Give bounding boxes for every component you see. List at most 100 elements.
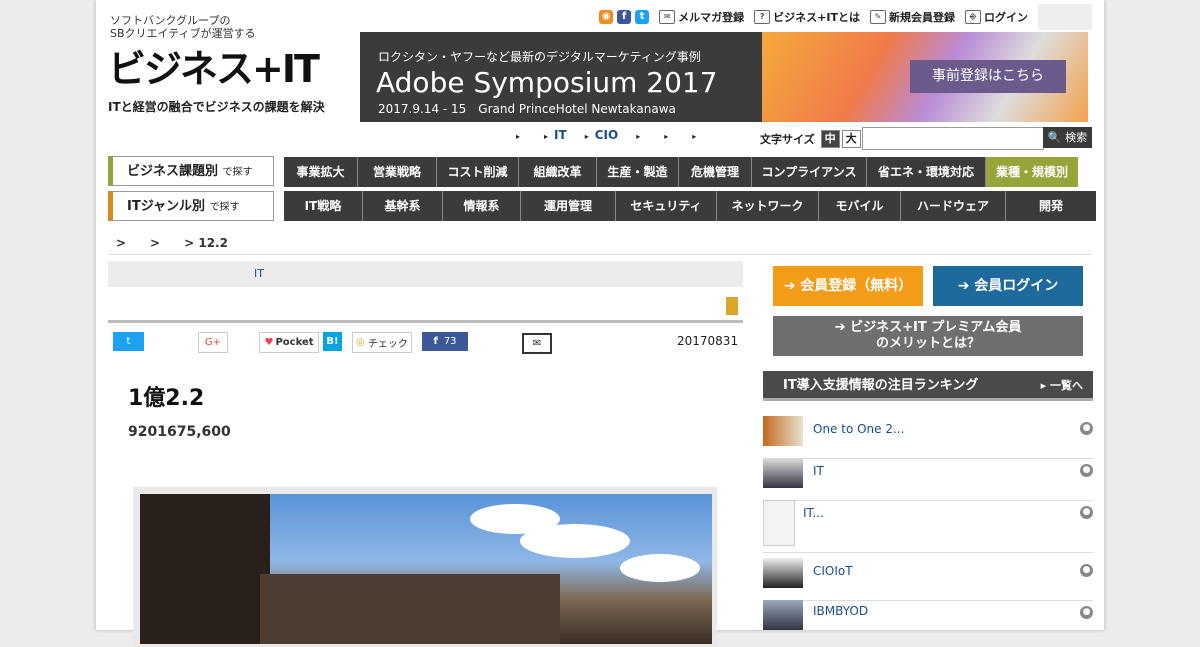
twitter-share-button[interactable]: t xyxy=(113,332,144,351)
nav-itgenre-item[interactable]: ネットワーク xyxy=(717,191,819,221)
nav-itgenre-item[interactable]: モバイル xyxy=(819,191,901,221)
nav-business-label: ビジネス課題別 で探す xyxy=(108,156,274,186)
user-icon: ● xyxy=(1080,564,1093,577)
nav-business-item[interactable]: 省エネ・環境対応 xyxy=(867,157,986,187)
sidebar-login-button[interactable]: ➔ 会員ログイン xyxy=(933,266,1083,306)
subnav-arrow-5[interactable]: ▸ xyxy=(664,128,674,142)
check-icon: ◎ xyxy=(356,337,365,348)
ranking-item[interactable]: IT... ● xyxy=(763,500,1093,553)
arrow-icon: ▸ xyxy=(584,132,589,141)
site-logo[interactable]: ビジネス+IT xyxy=(108,48,320,90)
arrow-icon: ▸ xyxy=(516,132,521,141)
user-icon: ● xyxy=(1080,464,1093,477)
article-divider xyxy=(108,320,743,323)
search-button[interactable]: 🔍 検索 xyxy=(1043,127,1092,148)
premium-button[interactable]: ➔ ビジネス+IT プレミアム会員 のメリットとは？ xyxy=(773,316,1083,356)
search-input[interactable] xyxy=(862,127,1044,150)
article-date: 20170831 xyxy=(677,334,739,348)
hatena-button[interactable]: B! xyxy=(323,332,342,351)
divider xyxy=(108,254,1092,255)
arrow-circle-icon: ➔ xyxy=(783,278,796,294)
nav-business-item[interactable]: 業種・規模別 xyxy=(986,157,1078,187)
font-size-mid-button[interactable]: 中 xyxy=(820,130,840,148)
banner-cta-button[interactable]: 事前登録はこちら xyxy=(910,60,1066,93)
nav-business: 事業拡大 営業戦略 コスト削減 組織改革 生産・製造 危機管理 コンプライアンス… xyxy=(284,157,1078,187)
arrow-circle-icon: ➔ xyxy=(834,320,846,335)
breadcrumb[interactable]: > > > 12.2 xyxy=(116,234,228,251)
category-badge xyxy=(726,297,738,315)
nav-business-item[interactable]: コスト削減 xyxy=(437,157,519,187)
top-links: ◉ f t ✉ メルマガ登録 ? ビジネス+ITとは ✎ 新規会員登録 ⎆ ログイン xyxy=(599,4,1092,30)
social-icons: ◉ f t xyxy=(599,10,650,24)
login-icon: ⎆ xyxy=(965,10,981,24)
category-bar xyxy=(108,261,743,287)
pocket-button[interactable]: ♥ Pocket xyxy=(259,332,319,353)
googleplus-share-button[interactable]: G+ xyxy=(198,332,228,353)
facebook-share-button[interactable]: f 73 xyxy=(422,332,468,351)
mailmag-link[interactable]: ✉ メルマガ登録 xyxy=(659,9,744,25)
pencil-icon: ✎ xyxy=(870,10,886,24)
nav-business-item[interactable]: 組織改革 xyxy=(519,157,597,187)
ranking-item[interactable]: CIOIoT ● xyxy=(763,558,1093,601)
nav-business-item[interactable]: 営業戦略 xyxy=(358,157,437,187)
twitter-icon[interactable]: t xyxy=(635,10,650,24)
banner-date: 2017.9.14 - 15 Grand PrinceHotel Newtaka… xyxy=(378,102,676,116)
nav-business-item[interactable]: 危機管理 xyxy=(679,157,752,187)
user-icon: ● xyxy=(1080,422,1093,435)
ranking-thumbnail xyxy=(763,416,803,446)
user-icon: ● xyxy=(1080,606,1093,619)
sidebar-register-button[interactable]: ➔ 会員登録（無料） xyxy=(773,266,923,306)
register-link[interactable]: ✎ 新規会員登録 xyxy=(870,9,955,25)
subnav-arrow-6[interactable]: ▸ xyxy=(692,128,702,142)
nav-itgenre-item[interactable]: IT戦略 xyxy=(284,191,363,221)
header-tagline-top: ソフトバンクグループの SBクリエイティブが運営する xyxy=(110,14,256,40)
ranking-more-link[interactable]: ▸ 一覧へ xyxy=(1041,371,1083,401)
nav-itgenre-item[interactable]: セキュリティ xyxy=(616,191,717,221)
cloud xyxy=(620,554,700,582)
subnav-cio[interactable]: ▸ CIO xyxy=(585,128,619,142)
ranking-thumbnail xyxy=(763,600,803,630)
arrow-icon: ▸ xyxy=(664,132,669,141)
ranking-item[interactable]: One to One 2... ● xyxy=(763,416,1093,459)
article-author xyxy=(504,456,546,476)
article-lead: 9201675,600 xyxy=(128,424,231,440)
nav-itgenre: IT戦略 基幹系 情報系 運用管理 セキュリティ ネットワーク モバイル ハード… xyxy=(284,191,1096,221)
ad-banner[interactable]: ロクシタン・ヤフーなど最新のデジタルマーケティング事例 Adobe Sympos… xyxy=(360,32,1088,122)
nav-itgenre-item[interactable]: 基幹系 xyxy=(363,191,443,221)
nav-itgenre-item[interactable]: 運用管理 xyxy=(521,191,616,221)
user-icon: ● xyxy=(1080,506,1093,519)
category-link[interactable]: IT xyxy=(254,267,264,280)
nav-itgenre-item[interactable]: ハードウェア xyxy=(901,191,1006,221)
header-tagline: ITと経営の融合でビジネスの課題を解決 xyxy=(108,100,325,114)
login-link[interactable]: ⎆ ログイン xyxy=(965,9,1028,25)
nav-itgenre-item[interactable]: 開発 xyxy=(1006,191,1096,221)
building-left xyxy=(140,494,270,644)
nav-itgenre-item[interactable]: 情報系 xyxy=(443,191,521,221)
sub-nav: ▸ ▸ IT ▸ CIO ▸ ▸ ▸ xyxy=(516,128,702,142)
nav-business-item[interactable]: コンプライアンス xyxy=(752,157,867,187)
banner-title: Adobe Symposium 2017 xyxy=(376,66,718,99)
arrow-icon: ▸ xyxy=(692,132,697,141)
ranking-thumbnail xyxy=(763,500,795,546)
mixi-check-button[interactable]: ◎ チェック xyxy=(352,332,412,353)
search-icon: 🔍 xyxy=(1047,131,1062,144)
question-icon: ? xyxy=(754,10,771,24)
top-placeholder xyxy=(1038,4,1092,30)
googleplus-icon: G+ xyxy=(204,337,222,348)
about-link[interactable]: ? ビジネス+ITとは xyxy=(754,9,860,25)
email-share-button[interactable]: ✉ xyxy=(522,333,552,354)
page: ソフトバンクグループの SBクリエイティブが運営する ビジネス+IT ITと経営… xyxy=(96,0,1104,647)
nav-business-item[interactable]: 生産・製造 xyxy=(597,157,679,187)
font-size-large-button[interactable]: 大 xyxy=(841,130,861,148)
cloud xyxy=(520,524,630,558)
ranking-item[interactable]: IBMBYOD ● xyxy=(763,600,1093,630)
nav-business-item[interactable]: 事業拡大 xyxy=(284,157,358,187)
rss-icon[interactable]: ◉ xyxy=(599,10,614,24)
facebook-icon[interactable]: f xyxy=(617,10,632,24)
ranking-thumbnail xyxy=(763,558,803,588)
subnav-it[interactable]: ▸ IT xyxy=(544,128,567,142)
subnav-arrow-4[interactable]: ▸ xyxy=(636,128,646,142)
subnav-arrow-1[interactable]: ▸ xyxy=(516,128,526,142)
ranking-thumbnail xyxy=(763,458,803,488)
ranking-item[interactable]: IT ● xyxy=(763,458,1093,501)
